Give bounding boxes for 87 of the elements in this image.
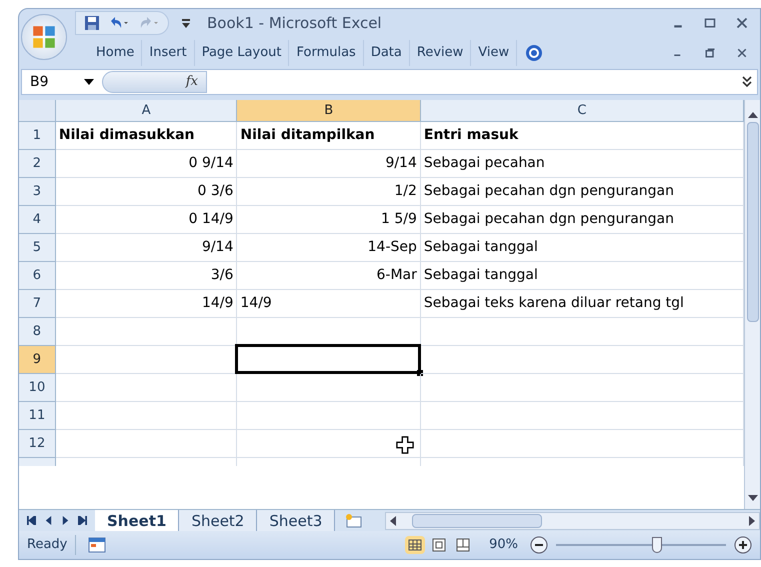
scroll-right-icon[interactable] (749, 516, 755, 526)
ribbon-tab[interactable]: Data (364, 40, 410, 66)
table-cell[interactable] (420, 318, 744, 346)
column-header[interactable]: C (420, 100, 744, 122)
ribbon-tab[interactable]: Review (410, 40, 472, 66)
table-cell[interactable] (237, 402, 421, 430)
row-header[interactable]: 12 (19, 430, 56, 458)
macro-record-icon[interactable] (88, 537, 106, 553)
table-cell[interactable] (56, 374, 238, 402)
table-cell[interactable]: 9/14 (56, 234, 238, 262)
table-cell[interactable]: Sebagai pecahan (420, 150, 744, 178)
table-cell[interactable]: Sebagai teks karena diluar retang tgl (420, 290, 744, 318)
row-header[interactable]: 7 (19, 290, 56, 318)
ribbon-tab[interactable]: View (471, 40, 518, 66)
cursor-cross-icon (396, 436, 414, 454)
table-cell[interactable]: 14/9 (56, 290, 238, 318)
scroll-thumb[interactable] (746, 122, 758, 322)
scroll-down-icon[interactable] (748, 495, 758, 501)
row-header[interactable]: 11 (19, 402, 56, 430)
table-cell[interactable] (420, 346, 744, 374)
table-cell[interactable] (420, 374, 744, 402)
previous-sheet-icon[interactable] (44, 516, 53, 525)
office-logo-icon (32, 25, 56, 49)
row-header[interactable]: 9 (19, 346, 56, 374)
table-cell[interactable] (420, 430, 744, 458)
row-header[interactable]: 6 (19, 262, 56, 290)
row-header[interactable]: 8 (19, 318, 56, 346)
vertical-scrollbar[interactable] (744, 100, 760, 509)
row-header[interactable]: 4 (19, 206, 56, 234)
table-cell[interactable]: 14-Sep (237, 234, 421, 262)
first-sheet-icon[interactable] (27, 516, 36, 525)
table-cell[interactable]: 1/2 (237, 178, 421, 206)
help-icon[interactable] (525, 44, 544, 62)
ribbon-tab[interactable]: Formulas (289, 40, 364, 66)
table-cell[interactable]: 0 9/14 (56, 150, 238, 178)
close-icon[interactable] (736, 47, 748, 59)
zoom-slider-thumb[interactable] (652, 537, 662, 553)
table-cell[interactable]: 0 14/9 (56, 206, 238, 234)
table-cell[interactable]: Sebagai pecahan dgn pengurangan (420, 178, 744, 206)
table-cell[interactable]: Sebagai tanggal (420, 262, 744, 290)
table-cell[interactable]: Sebagai pecahan dgn pengurangan (420, 206, 744, 234)
customize-toolbar-icon[interactable] (181, 17, 191, 29)
row-header[interactable]: 5 (19, 234, 56, 262)
sheet-tab[interactable]: Sheet2 (179, 510, 258, 531)
save-icon[interactable] (84, 15, 100, 31)
row-header[interactable]: 2 (19, 150, 56, 178)
close-icon[interactable] (736, 17, 748, 29)
table-cell[interactable]: Entri masuk (420, 122, 744, 150)
zoom-out-icon[interactable] (530, 536, 548, 554)
normal-view-icon[interactable] (405, 536, 426, 554)
table-cell[interactable]: 3/6 (56, 262, 238, 290)
next-sheet-icon[interactable] (61, 516, 70, 525)
office-button[interactable] (21, 14, 67, 60)
row-header[interactable]: 3 (19, 178, 56, 206)
zoom-level[interactable]: 90% (489, 535, 518, 555)
table-cell[interactable]: 6-Mar (237, 262, 421, 290)
window-title: Book1 - Microsoft Excel (207, 12, 382, 34)
sheet-tab[interactable]: Sheet3 (257, 510, 336, 531)
column-header[interactable]: A (56, 100, 238, 122)
scroll-left-icon[interactable] (390, 516, 396, 526)
table-cell[interactable] (237, 374, 421, 402)
scroll-thumb[interactable] (412, 514, 542, 528)
sheet-tab[interactable]: Sheet1 (95, 510, 180, 531)
table-cell[interactable]: 1 5/9 (237, 206, 421, 234)
table-cell[interactable]: 14/9 (237, 290, 421, 318)
ribbon-tab[interactable]: Home (89, 40, 142, 66)
row-header[interactable]: 1 (19, 122, 56, 150)
restore-icon[interactable] (704, 47, 716, 59)
zoom-in-icon[interactable] (734, 536, 752, 554)
table-cell[interactable] (56, 402, 238, 430)
table-cell[interactable] (56, 430, 238, 458)
table-cell[interactable] (420, 402, 744, 430)
row-header[interactable]: 10 (19, 374, 56, 402)
table-cell[interactable]: Nilai dimasukkan (56, 122, 238, 150)
table-cell[interactable]: 9/14 (237, 150, 421, 178)
table-cell[interactable]: 0 3/6 (56, 178, 238, 206)
maximize-icon[interactable] (704, 17, 716, 29)
ribbon-tab[interactable]: Insert (142, 40, 195, 66)
last-sheet-icon[interactable] (78, 516, 87, 525)
horizontal-scrollbar[interactable] (385, 512, 760, 530)
table-cell[interactable] (56, 318, 238, 346)
table-cell[interactable]: Nilai ditampilkan (237, 122, 421, 150)
status-text: Ready (19, 535, 76, 555)
table-cell[interactable]: Sebagai tanggal (420, 234, 744, 262)
ribbon-tab[interactable]: Page Layout (194, 40, 290, 66)
scroll-up-icon[interactable] (748, 112, 758, 118)
column-header[interactable]: B (237, 100, 421, 122)
